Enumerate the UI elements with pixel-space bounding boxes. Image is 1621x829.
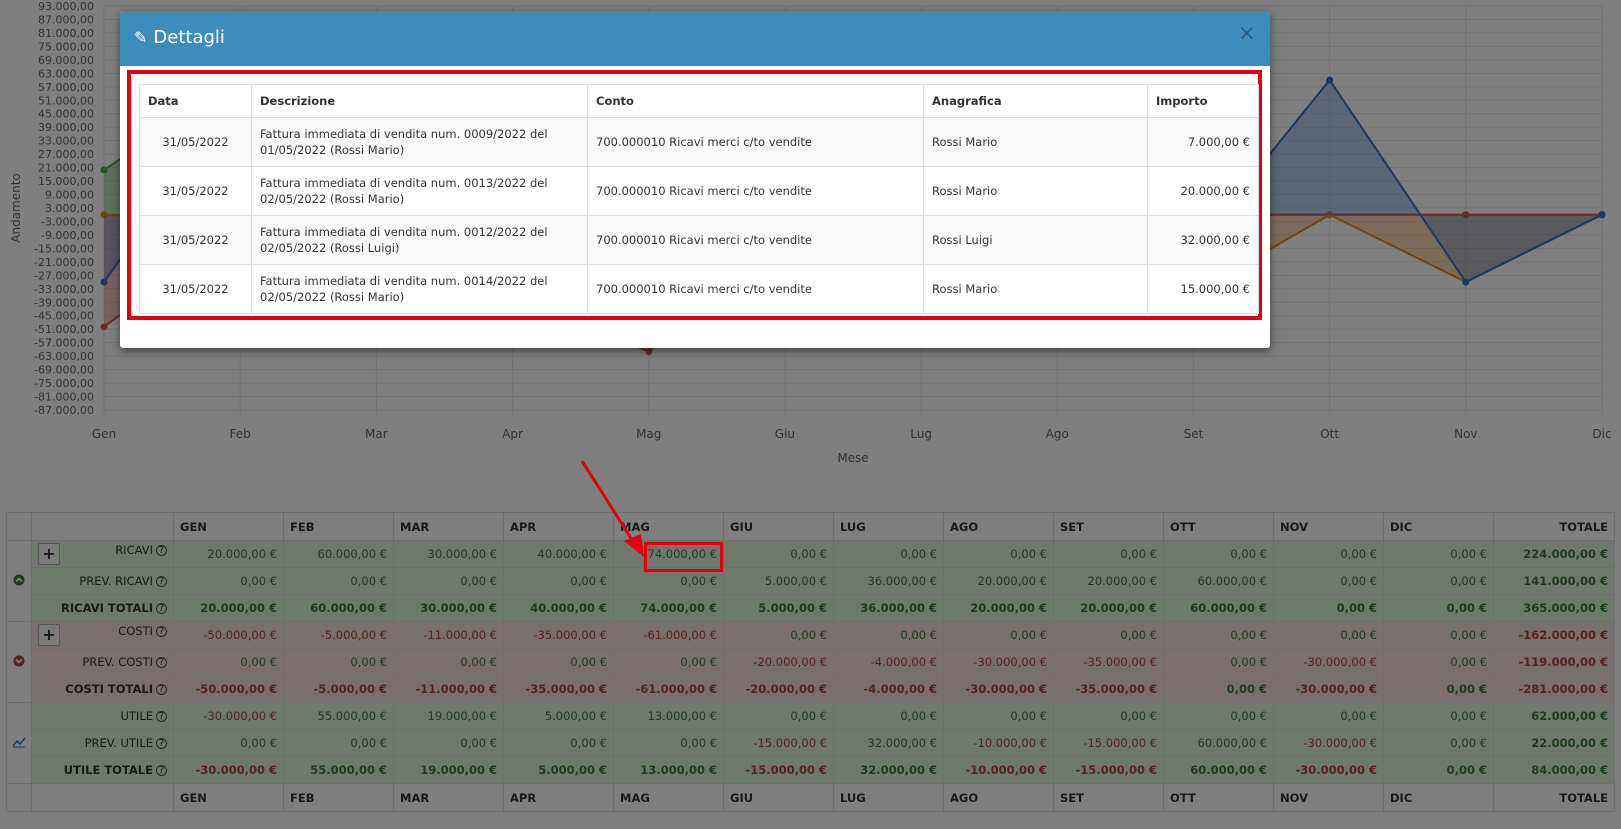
- row-account: 700.000010 Ricavi merci c/to vendite: [587, 215, 924, 265]
- details-row[interactable]: 31/05/2022 Fattura immediata di vendita n…: [139, 215, 1259, 265]
- details-row[interactable]: 31/05/2022 Fattura immediata di vendita n…: [139, 166, 1259, 216]
- pencil-icon: ✎: [134, 28, 148, 47]
- row-date: 31/05/2022: [139, 117, 252, 167]
- row-registry: Rossi Luigi: [923, 215, 1148, 265]
- row-description: Fattura immediata di vendita num. 0014/2…: [251, 264, 588, 314]
- row-amount: 7.000,00 €: [1147, 117, 1259, 167]
- col-data[interactable]: Data: [139, 84, 252, 118]
- details-row[interactable]: 31/05/2022 Fattura immediata di vendita n…: [139, 117, 1259, 167]
- col-importo[interactable]: Importo: [1147, 84, 1259, 118]
- row-description-line2: 01/05/2022 (Rossi Mario): [260, 143, 405, 157]
- row-description-line2: 02/05/2022 (Rossi Mario): [260, 290, 405, 304]
- row-description-line2: 02/05/2022 (Rossi Mario): [260, 192, 405, 206]
- row-description-line1: Fattura immediata di vendita num. 0012/2…: [260, 225, 548, 239]
- row-registry: Rossi Mario: [923, 264, 1148, 314]
- col-descrizione[interactable]: Descrizione: [251, 84, 588, 118]
- row-description: Fattura immediata di vendita num. 0012/2…: [251, 215, 588, 265]
- row-description: Fattura immediata di vendita num. 0013/2…: [251, 166, 588, 216]
- details-modal: ✎ Dettagli × Data Descrizione Conto Anagr…: [120, 11, 1270, 348]
- details-row[interactable]: 31/05/2022 Fattura immediata di vendita n…: [139, 264, 1259, 314]
- col-anagrafica[interactable]: Anagrafica: [923, 84, 1148, 118]
- details-header-row: Data Descrizione Conto Anagrafica Import…: [139, 84, 1259, 118]
- modal-title: ✎ Dettagli: [134, 27, 225, 48]
- row-amount: 15.000,00 €: [1147, 264, 1259, 314]
- row-registry: Rossi Mario: [923, 117, 1148, 167]
- row-account: 700.000010 Ricavi merci c/to vendite: [587, 264, 924, 314]
- modal-title-text: Dettagli: [153, 27, 225, 48]
- row-registry: Rossi Mario: [923, 166, 1148, 216]
- row-amount: 20.000,00 €: [1147, 166, 1259, 216]
- row-description: Fattura immediata di vendita num. 0009/2…: [251, 117, 588, 167]
- row-date: 31/05/2022: [139, 166, 252, 216]
- modal-body-highlight: Data Descrizione Conto Anagrafica Import…: [127, 70, 1262, 320]
- close-button[interactable]: ×: [1238, 23, 1256, 45]
- col-conto[interactable]: Conto: [587, 84, 924, 118]
- row-date: 31/05/2022: [139, 264, 252, 314]
- row-amount: 32.000,00 €: [1147, 215, 1259, 265]
- row-description-line1: Fattura immediata di vendita num. 0009/2…: [260, 127, 548, 141]
- highlighted-cell: [644, 542, 723, 572]
- row-account: 700.000010 Ricavi merci c/to vendite: [587, 166, 924, 216]
- row-description-line2: 02/05/2022 (Rossi Luigi): [260, 241, 400, 255]
- row-date: 31/05/2022: [139, 215, 252, 265]
- details-table: Data Descrizione Conto Anagrafica Import…: [139, 84, 1259, 314]
- row-description-line1: Fattura immediata di vendita num. 0013/2…: [260, 176, 548, 190]
- modal-header: ✎ Dettagli ×: [120, 11, 1270, 66]
- row-account: 700.000010 Ricavi merci c/to vendite: [587, 117, 924, 167]
- row-description-line1: Fattura immediata di vendita num. 0014/2…: [260, 274, 548, 288]
